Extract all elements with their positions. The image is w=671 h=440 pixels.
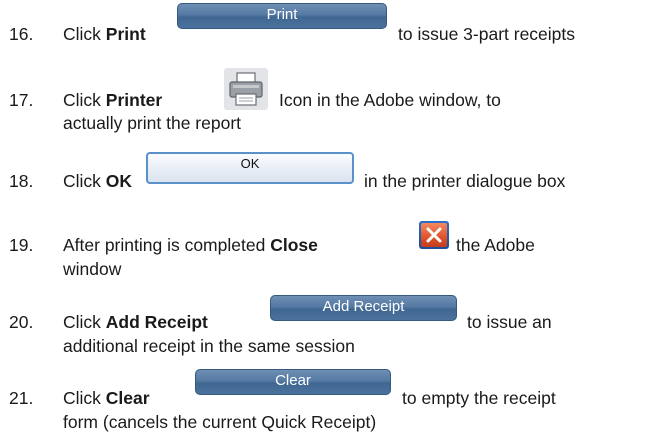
step-16-suffix: to issue 3-part receipts — [398, 24, 576, 44]
printer-icon[interactable] — [224, 68, 268, 110]
step-action: OK — [105, 171, 133, 191]
step-21-line2: form (cancels the current Quick Receipt) — [63, 412, 377, 432]
step-number: 16. — [9, 24, 34, 44]
ok-button[interactable]: OK — [146, 152, 354, 184]
step-21-suffix: to empty the receipt — [402, 388, 556, 408]
step-action: Clear — [105, 388, 150, 408]
step-20-suffix: to issue an — [467, 312, 552, 332]
step-text: Click — [63, 388, 106, 408]
step-text: Click — [63, 90, 106, 110]
step-18: 18. Click OK — [9, 171, 132, 192]
step-text: Click — [63, 312, 106, 332]
step-16: 16. Click Print — [9, 24, 146, 45]
step-text: Click — [63, 24, 106, 44]
step-17-suffix: Icon in the Adobe window, to — [279, 90, 501, 110]
step-number: 19. — [9, 235, 34, 255]
step-19-suffix: the Adobe — [456, 235, 535, 255]
step-number: 17. — [9, 90, 34, 110]
step-text: After printing is completed — [63, 235, 271, 255]
step-18-suffix: in the printer dialogue box — [364, 171, 566, 191]
step-number: 21. — [9, 388, 34, 408]
step-action: Add Receipt — [105, 312, 208, 332]
step-action: Printer — [105, 90, 163, 110]
add-receipt-button[interactable]: Add Receipt — [270, 295, 457, 321]
step-20-line2: additional receipt in the same session — [63, 336, 355, 356]
print-button[interactable]: Print — [177, 3, 387, 29]
step-action: Print — [105, 24, 146, 44]
close-icon[interactable] — [419, 221, 449, 249]
step-19-line2: window — [63, 259, 122, 279]
step-20: 20. Click Add Receipt — [9, 312, 208, 333]
step-action: Close — [270, 235, 318, 255]
clear-button[interactable]: Clear — [195, 369, 391, 395]
step-21: 21. Click Clear — [9, 388, 150, 409]
step-number: 20. — [9, 312, 34, 332]
step-number: 18. — [9, 171, 34, 191]
step-text: Click — [63, 171, 106, 191]
step-17-line2: actually print the report — [63, 113, 242, 133]
step-19: 19. After printing is completed Close — [9, 235, 318, 256]
step-17: 17. Click Printer — [9, 90, 162, 111]
